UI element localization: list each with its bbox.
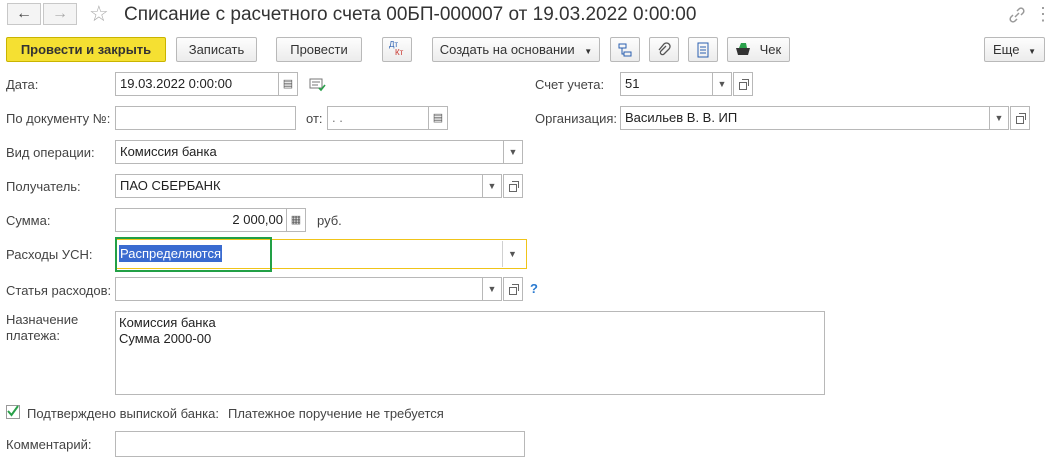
payment-order-note: Платежное поручение не требуется bbox=[228, 406, 444, 421]
from-date-field[interactable]: . . bbox=[327, 106, 430, 130]
forward-button[interactable]: → bbox=[43, 3, 77, 25]
sum-label: Сумма: bbox=[6, 213, 51, 228]
usn-expenses-label: Расходы УСН: bbox=[6, 247, 93, 262]
receipt-button[interactable]: Чек bbox=[727, 37, 790, 62]
structure-button[interactable] bbox=[610, 37, 640, 62]
hierarchy-icon bbox=[618, 43, 632, 57]
paperclip-icon bbox=[658, 42, 671, 56]
create-based-on-button[interactable]: Создать на основании ▼ bbox=[432, 37, 600, 62]
purpose-label-line-2: платежа: bbox=[6, 328, 60, 343]
calculator-icon: ▦ bbox=[290, 214, 302, 226]
calendar-button[interactable]: ▤ bbox=[278, 72, 298, 96]
purpose-label-line-1: Назначение bbox=[6, 312, 79, 327]
post-and-close-button[interactable]: Провести и закрыть bbox=[6, 37, 166, 62]
purpose-line: Сумма 2000-00 bbox=[119, 331, 212, 346]
recipient-field[interactable]: ПАО СБЕРБАНК bbox=[115, 174, 485, 198]
recipient-label: Получатель: bbox=[6, 179, 81, 194]
attach-button[interactable] bbox=[649, 37, 679, 62]
from-date-label: от: bbox=[306, 111, 323, 126]
arrow-right-icon: → bbox=[52, 5, 68, 22]
docnum-field[interactable] bbox=[115, 106, 296, 130]
chevron-down-icon: ▼ bbox=[994, 113, 1004, 123]
arrow-left-icon: ← bbox=[16, 5, 32, 22]
more-vertical-icon[interactable]: ⋮ bbox=[1034, 4, 1051, 25]
page-title: Списание с расчетного счета 00БП-000007 … bbox=[124, 4, 697, 25]
cash-register-icon bbox=[736, 43, 750, 55]
confirmed-checkbox[interactable] bbox=[6, 405, 20, 419]
recipient-open-button[interactable] bbox=[503, 174, 523, 198]
calendar-icon: ▤ bbox=[282, 78, 294, 90]
comment-field[interactable] bbox=[115, 431, 525, 457]
document-list-icon bbox=[697, 42, 709, 58]
confirmed-label[interactable]: Подтверждено выпиской банка: bbox=[27, 406, 219, 421]
checkmark-icon bbox=[7, 405, 19, 417]
operation-type-label: Вид операции: bbox=[6, 145, 95, 160]
purpose-textarea[interactable]: Комиссия банка Сумма 2000-00 bbox=[115, 311, 825, 395]
organization-label: Организация: bbox=[535, 111, 618, 126]
dtkt-icon: Дт Кт bbox=[389, 40, 404, 57]
chevron-down-icon: ▼ bbox=[487, 181, 497, 191]
operation-type-field[interactable]: Комиссия банка bbox=[115, 140, 505, 164]
expense-item-label: Статья расходов: bbox=[6, 283, 112, 298]
date-status-icon[interactable] bbox=[309, 78, 327, 92]
account-label: Счет учета: bbox=[535, 77, 605, 92]
chevron-down-icon: ▼ bbox=[508, 249, 517, 259]
chevron-down-icon: ▼ bbox=[717, 79, 727, 89]
recipient-dropdown-button[interactable]: ▼ bbox=[482, 174, 502, 198]
back-button[interactable]: ← bbox=[7, 3, 41, 25]
purpose-line: Комиссия банка bbox=[119, 315, 216, 330]
dropdown-arrow-icon: ▼ bbox=[1028, 47, 1036, 56]
organization-open-button[interactable] bbox=[1010, 106, 1030, 130]
calculator-button[interactable]: ▦ bbox=[286, 208, 306, 232]
highlight-frame bbox=[115, 237, 272, 272]
save-button[interactable]: Записать bbox=[176, 37, 257, 62]
organization-dropdown-button[interactable]: ▼ bbox=[989, 106, 1009, 130]
help-icon[interactable]: ? bbox=[530, 281, 538, 296]
dropdown-arrow-icon: ▼ bbox=[584, 47, 593, 56]
expense-item-dropdown-button[interactable]: ▼ bbox=[482, 277, 502, 301]
post-button[interactable]: Провести bbox=[276, 37, 362, 62]
account-dropdown-button[interactable]: ▼ bbox=[712, 72, 732, 96]
date-label: Дата: bbox=[6, 77, 39, 92]
account-open-button[interactable] bbox=[733, 72, 753, 96]
expense-item-open-button[interactable] bbox=[503, 277, 523, 301]
organization-field[interactable]: Васильев В. В. ИП bbox=[620, 106, 992, 130]
docnum-label: По документу №: bbox=[6, 111, 111, 126]
date-field[interactable]: 19.03.2022 0:00:00 bbox=[115, 72, 281, 96]
favorite-star-icon[interactable]: ☆ bbox=[89, 1, 109, 27]
chevron-down-icon: ▼ bbox=[487, 284, 497, 294]
operation-type-dropdown-button[interactable]: ▼ bbox=[503, 140, 523, 164]
expense-item-field[interactable] bbox=[115, 277, 485, 301]
dtkt-button[interactable]: Дт Кт bbox=[382, 37, 412, 62]
account-field[interactable]: 51 bbox=[620, 72, 715, 96]
from-date-calendar-button[interactable]: ▤ bbox=[428, 106, 448, 130]
chevron-down-icon: ▼ bbox=[508, 147, 518, 157]
sum-field[interactable]: 2 000,00 bbox=[115, 208, 288, 232]
more-button[interactable]: Еще ▼ bbox=[984, 37, 1045, 62]
currency-label: руб. bbox=[317, 213, 342, 228]
comment-label: Комментарий: bbox=[6, 437, 92, 452]
link-icon[interactable] bbox=[1008, 6, 1026, 24]
calendar-icon: ▤ bbox=[432, 112, 444, 124]
report-button[interactable] bbox=[688, 37, 718, 62]
usn-expenses-dropdown-button[interactable]: ▼ bbox=[502, 241, 522, 267]
